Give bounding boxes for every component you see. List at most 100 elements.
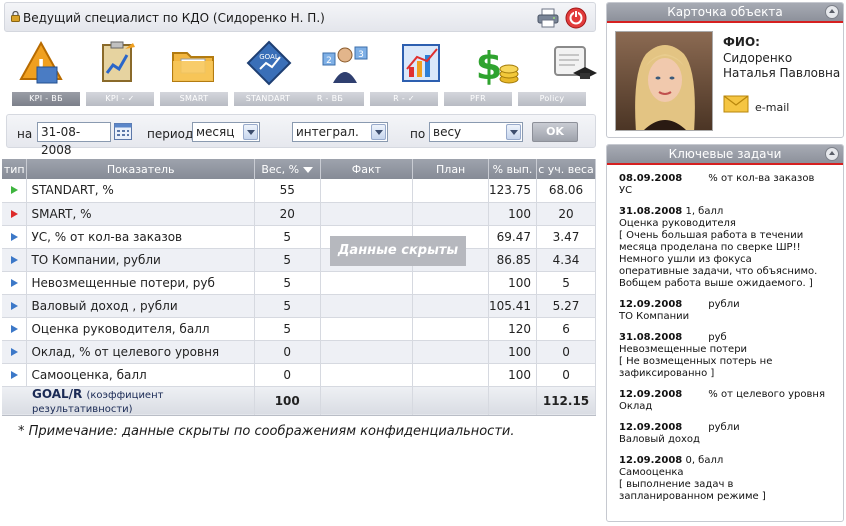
indicator-name[interactable]: STANDART, % bbox=[26, 179, 255, 203]
table-row[interactable]: ТО Компании, рубли 5 86.85 4.34 bbox=[2, 248, 596, 272]
tab-smart[interactable]: SMART bbox=[160, 92, 228, 106]
col-name-header[interactable]: Показатель bbox=[26, 159, 255, 179]
sort-desc-icon bbox=[303, 166, 314, 173]
period-select[interactable]: месяц bbox=[192, 122, 260, 142]
task-item[interactable]: 31.08.2008 1, балл Оценка руководителя[ О… bbox=[619, 206, 843, 290]
indicator-name[interactable]: Валовый доход , рубли bbox=[26, 294, 255, 318]
r-person-icon[interactable]: 2 3 bbox=[314, 36, 376, 90]
by-label: по bbox=[410, 127, 426, 141]
tab-kpi-vb[interactable]: KPI - ВБ bbox=[12, 92, 80, 106]
weighted-cell: 3.47 bbox=[536, 225, 596, 249]
period-select-value: месяц bbox=[196, 125, 235, 139]
chevron-down-icon[interactable] bbox=[371, 124, 386, 140]
task-score: 1, балл bbox=[685, 206, 724, 217]
indicator-name[interactable]: ТО Компании, рубли bbox=[26, 248, 255, 272]
row-type-cell bbox=[2, 225, 28, 249]
tab-standart[interactable]: STANDART bbox=[234, 92, 302, 106]
col-type-header: тип bbox=[2, 159, 28, 179]
table-row[interactable]: Оклад, % от целевого уровня 0 100 0 bbox=[2, 340, 596, 364]
col-fact-header[interactable]: Факт bbox=[320, 159, 414, 179]
task-item[interactable]: 12.09.2008 % от целевого уровня Оклад bbox=[619, 389, 843, 413]
row-arrow-icon[interactable] bbox=[10, 347, 18, 356]
col-weight-header-label: Вес, % bbox=[261, 162, 300, 176]
table-row[interactable]: STANDART, % 55 123.75 68.06 bbox=[2, 179, 596, 203]
standart-goal-icon[interactable]: GOAL bbox=[238, 36, 300, 90]
task-item[interactable]: 12.09.2008 рубли Валовый доход bbox=[619, 422, 843, 446]
row-type-cell bbox=[2, 317, 28, 341]
calc-method-value: интеграл. bbox=[296, 125, 359, 139]
task-item[interactable]: 08.09.2008 % от кол-ва заказов УС bbox=[619, 173, 843, 197]
indicator-name[interactable]: Невозмещенные потери, руб bbox=[26, 271, 255, 295]
goal-label: GOAL/R bbox=[32, 386, 83, 401]
col-weighted-header[interactable]: с уч. веса bbox=[536, 159, 596, 179]
pct-cell: 100 bbox=[488, 340, 538, 364]
calc-method-select[interactable]: интеграл. bbox=[292, 122, 388, 142]
task-date: 12.09.2008 bbox=[619, 422, 683, 433]
row-arrow-icon[interactable] bbox=[10, 278, 18, 287]
row-arrow-icon[interactable] bbox=[10, 232, 18, 241]
r-chart-icon[interactable] bbox=[390, 36, 452, 90]
row-arrow-icon[interactable] bbox=[10, 209, 18, 218]
row-type-cell bbox=[2, 248, 28, 272]
indicator-name[interactable]: Оценка руководителя, балл bbox=[26, 317, 255, 341]
total-fact bbox=[320, 386, 414, 416]
sort-by-select[interactable]: весу bbox=[429, 122, 523, 142]
row-arrow-icon[interactable] bbox=[10, 301, 18, 310]
kpi-warning-module-icon[interactable]: ! bbox=[10, 36, 72, 90]
weight-cell: 5 bbox=[254, 317, 321, 341]
col-weight-header[interactable]: Вес, % bbox=[254, 159, 321, 179]
confidentiality-note: * Примечание: данные скрыты по соображен… bbox=[18, 424, 515, 439]
row-arrow-icon[interactable] bbox=[10, 186, 18, 195]
task-item[interactable]: 12.09.2008 0, балл Самооценка[ выполнение… bbox=[619, 455, 843, 503]
task-name: ТО Компании bbox=[619, 311, 690, 322]
smart-folder-icon[interactable] bbox=[162, 36, 224, 90]
date-input[interactable]: 31-08-2008 bbox=[37, 122, 111, 157]
logout-icon[interactable] bbox=[565, 7, 587, 29]
chevron-down-icon[interactable] bbox=[243, 124, 258, 140]
task-item[interactable]: 12.09.2008 рубли ТО Компании bbox=[619, 299, 843, 323]
weighted-cell: 20 bbox=[536, 202, 596, 226]
tab-kpi-check[interactable]: KPI - ✓ bbox=[86, 92, 154, 106]
table-row[interactable]: SMART, % 20 100 20 bbox=[2, 202, 596, 226]
app-header: Ведущий специалист по КДО (Сидоренко Н. … bbox=[4, 2, 596, 32]
task-comment: [ Не возмещенных потерь не зафиксированн… bbox=[619, 356, 773, 379]
indicator-name[interactable]: Оклад, % от целевого уровня bbox=[26, 340, 255, 364]
tab-r-vb[interactable]: R - ВБ bbox=[296, 92, 364, 106]
row-arrow-icon[interactable] bbox=[10, 255, 18, 264]
printer-icon[interactable] bbox=[537, 8, 559, 28]
col-pct-header[interactable]: % вып. bbox=[488, 159, 538, 179]
employee-photo bbox=[615, 31, 713, 131]
table-row[interactable]: Валовый доход , рубли 5 105.41 5.27 bbox=[2, 294, 596, 318]
indicator-name[interactable]: SMART, % bbox=[26, 202, 255, 226]
tab-policy[interactable]: Policy bbox=[518, 92, 586, 106]
tab-r-check[interactable]: R - ✓ bbox=[370, 92, 438, 106]
task-name: Самооценка bbox=[619, 467, 684, 478]
indicator-name[interactable]: УС, % от кол-ва заказов bbox=[26, 225, 255, 249]
row-arrow-icon[interactable] bbox=[10, 324, 18, 333]
collapse-icon[interactable] bbox=[825, 147, 839, 161]
svg-text:2: 2 bbox=[326, 56, 332, 66]
tab-pfr[interactable]: PFR bbox=[444, 92, 512, 106]
calendar-icon[interactable] bbox=[114, 123, 132, 140]
pfr-money-icon[interactable]: $ bbox=[466, 36, 528, 90]
pct-cell: 105.41 bbox=[488, 294, 538, 318]
weighted-cell: 5.27 bbox=[536, 294, 596, 318]
table-row[interactable]: Оценка руководителя, балл 5 120 6 bbox=[2, 317, 596, 341]
kpi-chart-module-icon[interactable] bbox=[86, 36, 148, 90]
policy-diploma-icon[interactable] bbox=[542, 36, 604, 90]
ok-button[interactable]: OK bbox=[532, 122, 578, 142]
table-row[interactable]: Самооценка, балл 0 100 0 bbox=[2, 363, 596, 387]
email-link[interactable]: e-mail bbox=[755, 101, 789, 114]
chevron-down-icon[interactable] bbox=[506, 124, 521, 140]
indicator-name[interactable]: Самооценка, балл bbox=[26, 363, 255, 387]
row-arrow-icon[interactable] bbox=[10, 370, 18, 379]
collapse-icon[interactable] bbox=[825, 5, 839, 19]
email-icon[interactable] bbox=[723, 95, 749, 113]
col-plan-header[interactable]: План bbox=[412, 159, 490, 179]
table-row[interactable]: УС, % от кол-ва заказов 5 69.47 3.47 bbox=[2, 225, 596, 249]
table-row[interactable]: Невозмещенные потери, руб 5 100 5 bbox=[2, 271, 596, 295]
task-item[interactable]: 31.08.2008 руб Невозмещенные потери[ Не во… bbox=[619, 332, 843, 380]
task-unit: % от целевого уровня bbox=[708, 389, 825, 400]
weight-cell: 0 bbox=[254, 363, 321, 387]
task-date: 12.09.2008 bbox=[619, 299, 683, 310]
